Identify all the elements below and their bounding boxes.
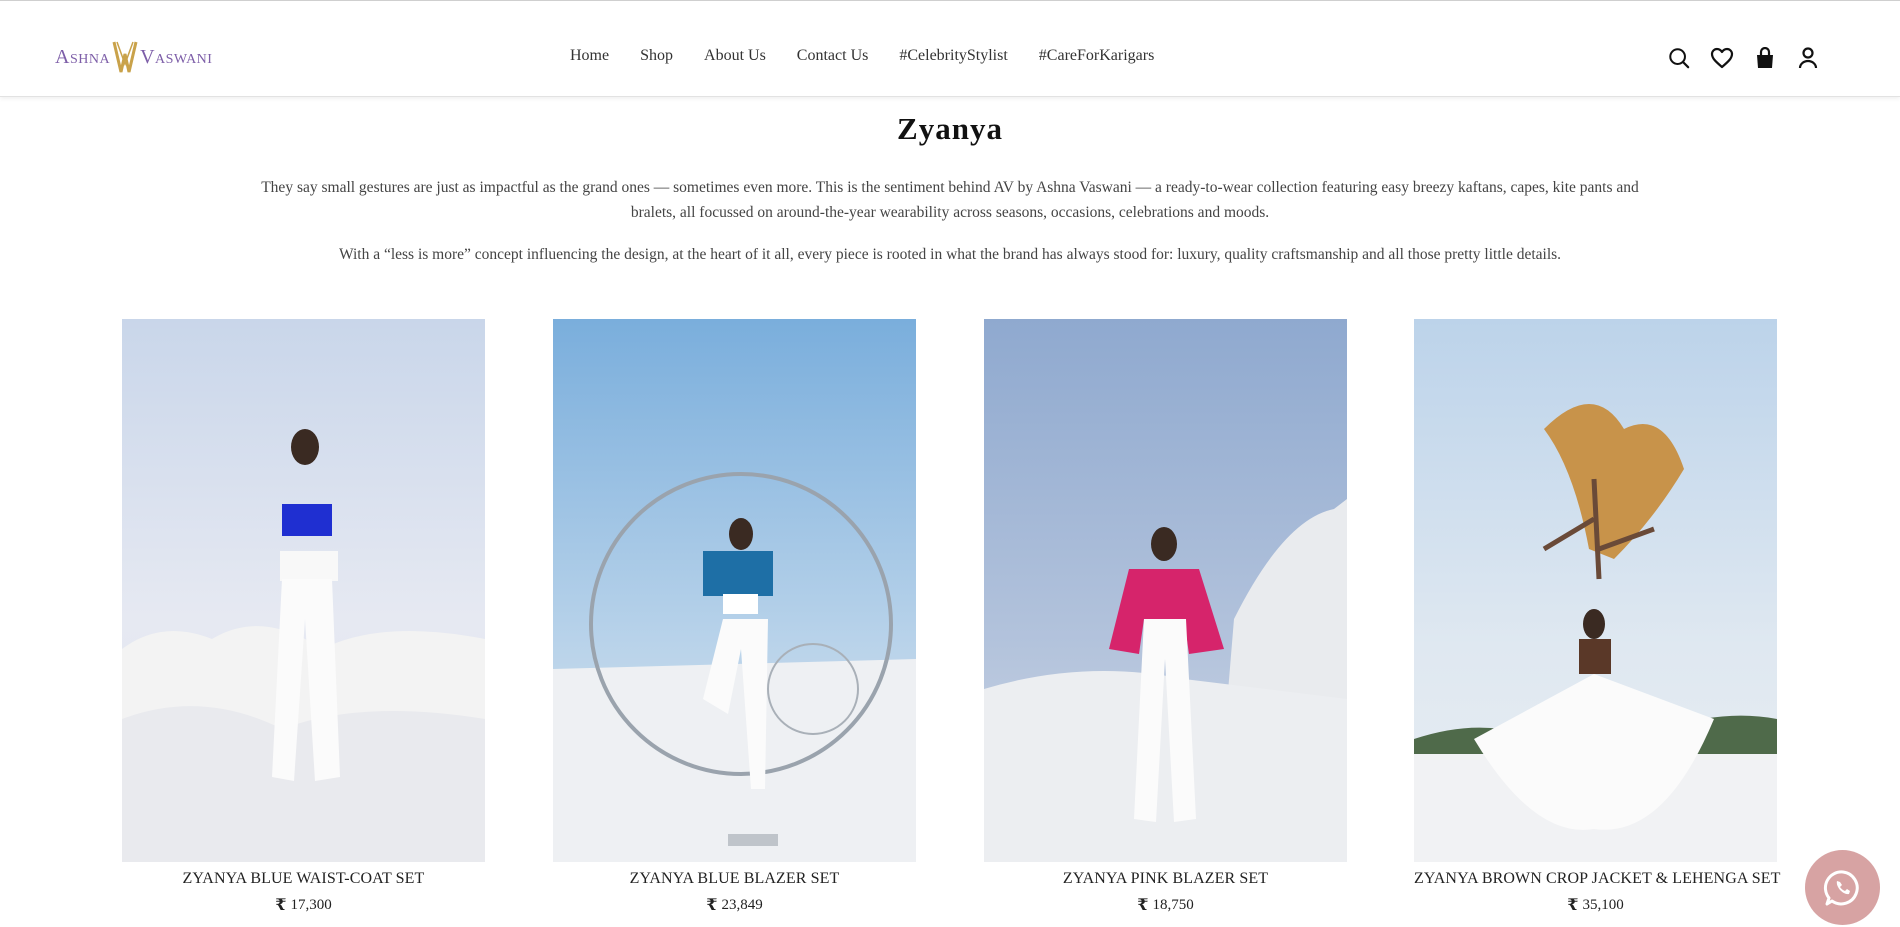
whatsapp-chat-button[interactable] xyxy=(1805,850,1880,925)
nav-shop[interactable]: Shop xyxy=(640,47,673,65)
product-price: ₹ 17,300 xyxy=(122,895,485,915)
price-value: 17,300 xyxy=(290,896,332,913)
nav-celebrity-stylist[interactable]: #CelebrityStylist xyxy=(899,47,1007,65)
whatsapp-icon xyxy=(1823,869,1859,905)
collection-description: They say small gestures are just as impa… xyxy=(261,179,1639,221)
search-icon[interactable] xyxy=(1666,45,1691,70)
product-price: ₹ 35,100 xyxy=(1414,895,1777,915)
main-nav: Home Shop About Us Contact Us #Celebrity… xyxy=(570,47,1185,65)
product-image[interactable] xyxy=(984,319,1347,862)
product-card[interactable]: ZYANYA BLUE BLAZER SET ₹ 23,849 xyxy=(553,319,916,915)
product-price: ₹ 18,750 xyxy=(984,895,1347,915)
header-actions xyxy=(1666,45,1820,70)
product-name[interactable]: ZYANYA PINK BLAZER SET xyxy=(984,870,1347,888)
price-value: 35,100 xyxy=(1582,896,1624,913)
logo-text-right: Vaswani xyxy=(140,45,213,68)
bag-icon[interactable] xyxy=(1752,45,1777,70)
price-value: 23,849 xyxy=(721,896,763,913)
product-image[interactable] xyxy=(553,319,916,862)
product-name[interactable]: ZYANYA BLUE WAIST-COAT SET xyxy=(122,870,485,888)
user-icon[interactable] xyxy=(1795,45,1820,70)
nav-home[interactable]: Home xyxy=(570,47,609,65)
page-title: Zyanya xyxy=(897,111,1003,146)
product-image[interactable] xyxy=(122,319,485,862)
brand-logo[interactable]: Ashna Vaswani xyxy=(55,39,215,75)
logo-text-left: Ashna xyxy=(55,45,111,68)
site-header: Ashna Vaswani Home Shop About Us Contact… xyxy=(0,0,1900,97)
product-card[interactable]: ZYANYA BLUE WAIST-COAT SET ₹ 17,300 xyxy=(122,319,485,915)
product-card[interactable]: ZYANYA PINK BLAZER SET ₹ 18,750 xyxy=(984,319,1347,915)
heart-icon[interactable] xyxy=(1709,45,1734,70)
product-name[interactable]: ZYANYA BROWN CROP JACKET & LEHENGA SET xyxy=(1414,870,1780,888)
product-name[interactable]: ZYANYA BLUE BLAZER SET xyxy=(553,870,916,888)
product-image[interactable] xyxy=(1414,319,1777,862)
product-card[interactable]: ZYANYA BROWN CROP JACKET & LEHENGA SET ₹… xyxy=(1414,319,1780,915)
rupee-icon: ₹ xyxy=(1137,897,1149,914)
rupee-icon: ₹ xyxy=(706,897,718,914)
rupee-icon: ₹ xyxy=(275,897,287,914)
rupee-icon: ₹ xyxy=(1567,897,1579,914)
nav-contact-us[interactable]: Contact Us xyxy=(797,47,869,65)
price-value: 18,750 xyxy=(1152,896,1194,913)
nav-about-us[interactable]: About Us xyxy=(704,47,766,65)
collection-concept: With a “less is more” concept influencin… xyxy=(338,246,1562,263)
logo-monogram-icon xyxy=(112,41,138,73)
nav-care-for-karigars[interactable]: #CareForKarigars xyxy=(1039,47,1155,65)
product-price: ₹ 23,849 xyxy=(553,895,916,915)
